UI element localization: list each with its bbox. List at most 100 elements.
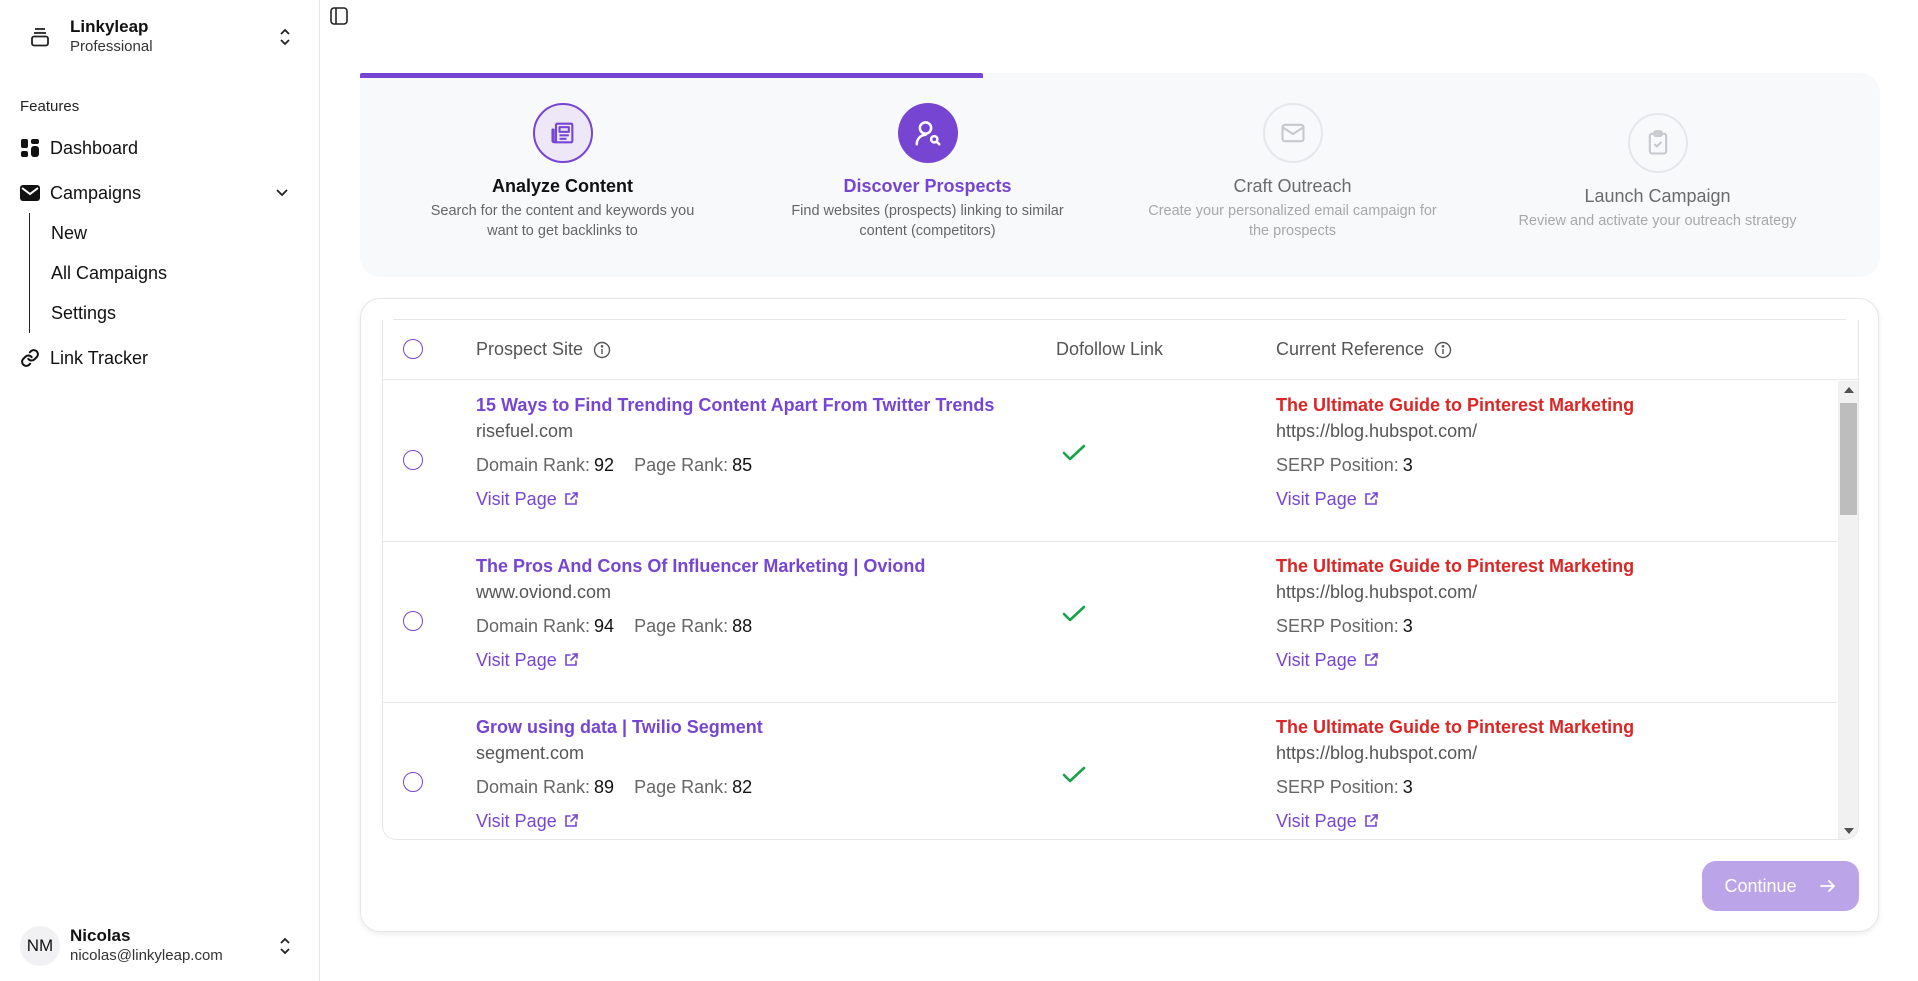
sidebar-subitem-new[interactable]: New bbox=[51, 219, 87, 247]
scroll-thumb[interactable] bbox=[1840, 403, 1857, 515]
prospect-ranks: Domain Rank: 94 Page Rank: 88 bbox=[476, 614, 925, 638]
step-title: Discover Prospects bbox=[843, 176, 1012, 196]
dashboard-icon bbox=[20, 138, 40, 158]
reference-url: https://blog.hubspot.com/ bbox=[1276, 582, 1478, 602]
serp-position-value: 3 bbox=[1402, 616, 1413, 636]
avatar: NM bbox=[20, 926, 60, 966]
prospect-domain: risefuel.com bbox=[476, 421, 574, 441]
serp-position-value: 3 bbox=[1402, 455, 1413, 475]
sidebar-subitem-all-campaigns[interactable]: All Campaigns bbox=[51, 259, 167, 287]
scroll-up-arrow[interactable] bbox=[1844, 387, 1854, 393]
reference-cell: The Ultimate Guide to Pinterest Marketin… bbox=[1276, 715, 1634, 833]
visit-page-link[interactable]: Visit Page bbox=[476, 487, 579, 511]
reference-title-link[interactable]: The Ultimate Guide to Pinterest Marketin… bbox=[1276, 393, 1634, 417]
external-link-icon bbox=[557, 652, 579, 668]
prospect-cell: Grow using data | Twilio Segment segment… bbox=[476, 715, 763, 833]
newspaper-icon bbox=[532, 103, 593, 163]
column-header-prospect-site: Prospect Site bbox=[476, 339, 611, 360]
stack-icon bbox=[20, 17, 60, 57]
prospect-ranks: Domain Rank: 92 Page Rank: 85 bbox=[476, 453, 994, 477]
sidebar: Linkyleap Professional Features Dashboar… bbox=[0, 0, 320, 981]
reference-title-link[interactable]: The Ultimate Guide to Pinterest Marketin… bbox=[1276, 715, 1634, 739]
prospect-ranks: Domain Rank: 89 Page Rank: 82 bbox=[476, 775, 763, 799]
step-description: Create your personalized email campaign … bbox=[1148, 203, 1437, 239]
row-select-radio[interactable] bbox=[403, 611, 423, 631]
row-select-radio[interactable] bbox=[403, 450, 423, 470]
column-header-dofollow-link: Dofollow Link bbox=[1056, 339, 1164, 359]
visit-page-link[interactable]: Visit Page bbox=[1276, 809, 1379, 833]
workspace-name: Linkyleap bbox=[70, 17, 149, 36]
user-email: nicolas@linkyleap.com bbox=[70, 947, 223, 964]
external-link-icon bbox=[1357, 652, 1379, 668]
user-name: Nicolas bbox=[70, 926, 131, 945]
chevron-down-icon[interactable] bbox=[275, 185, 289, 199]
clipboard-check-icon bbox=[1627, 113, 1688, 173]
submenu-guide-line bbox=[29, 213, 30, 333]
serp-position-value: 3 bbox=[1402, 777, 1413, 797]
reference-cell: The Ultimate Guide to Pinterest Marketin… bbox=[1276, 554, 1634, 672]
prospects-table: Prospect Site Dofollow Link Current Refe… bbox=[382, 320, 1859, 840]
chevrons-up-down-icon bbox=[279, 937, 291, 955]
prospect-title-link[interactable]: 15 Ways to Find Trending Content Apart F… bbox=[476, 393, 994, 417]
sidebar-item-label: Campaigns bbox=[50, 182, 142, 203]
domain-rank-value: 89 bbox=[594, 777, 615, 797]
campaign-stepper: Analyze Content Search for the content a… bbox=[360, 73, 1880, 277]
sidebar-item-dashboard[interactable]: Dashboard bbox=[20, 132, 305, 164]
arrow-right-icon bbox=[1797, 878, 1837, 894]
page-rank-value: 82 bbox=[732, 777, 753, 797]
serp-position: SERP Position: 3 bbox=[1276, 775, 1634, 799]
domain-rank-label: Domain Rank: bbox=[476, 616, 591, 636]
visit-page-link[interactable]: Visit Page bbox=[1276, 648, 1379, 672]
prospect-title-link[interactable]: Grow using data | Twilio Segment bbox=[476, 715, 763, 739]
domain-rank-value: 94 bbox=[594, 616, 615, 636]
table-scrollbar[interactable] bbox=[1838, 381, 1858, 839]
section-label-features: Features bbox=[20, 98, 80, 115]
prospect-title-link[interactable]: The Pros And Cons Of Influencer Marketin… bbox=[476, 554, 925, 578]
info-icon[interactable] bbox=[593, 341, 611, 359]
table-row: 15 Ways to Find Trending Content Apart F… bbox=[383, 381, 1837, 542]
visit-page-link[interactable]: Visit Page bbox=[476, 809, 579, 833]
sidebar-item-label: Link Tracker bbox=[50, 347, 149, 368]
sidebar-item-campaigns[interactable]: Campaigns bbox=[20, 177, 305, 209]
workspace-switcher[interactable]: Linkyleap Professional bbox=[20, 14, 305, 60]
visit-page-link[interactable]: Visit Page bbox=[1276, 487, 1379, 511]
table-row: Grow using data | Twilio Segment segment… bbox=[383, 703, 1837, 839]
scroll-down-arrow[interactable] bbox=[1844, 828, 1854, 834]
info-icon[interactable] bbox=[1434, 341, 1452, 359]
step-title: Analyze Content bbox=[491, 176, 633, 196]
reference-title-link[interactable]: The Ultimate Guide to Pinterest Marketin… bbox=[1276, 554, 1634, 578]
domain-rank-label: Domain Rank: bbox=[476, 777, 591, 797]
serp-position: SERP Position: 3 bbox=[1276, 614, 1634, 638]
domain-rank-label: Domain Rank: bbox=[476, 455, 591, 475]
serp-position: SERP Position: 3 bbox=[1276, 453, 1634, 477]
step-craft-outreach[interactable]: Craft Outreach Create your personalized … bbox=[1110, 103, 1475, 241]
user-menu[interactable]: NM Nicolas nicolas@linkyleap.com bbox=[20, 921, 305, 971]
workspace-plan: Professional bbox=[70, 38, 153, 55]
page-rank-value: 88 bbox=[732, 616, 753, 636]
prospect-domain: www.oviond.com bbox=[476, 582, 612, 602]
visit-page-link[interactable]: Visit Page bbox=[476, 648, 579, 672]
reference-url: https://blog.hubspot.com/ bbox=[1276, 421, 1478, 441]
external-link-icon bbox=[557, 491, 579, 507]
step-launch-campaign[interactable]: Launch Campaign Review and activate your… bbox=[1475, 113, 1840, 231]
table-row: The Pros And Cons Of Influencer Marketin… bbox=[383, 542, 1837, 703]
sidebar-subitem-settings[interactable]: Settings bbox=[51, 299, 116, 327]
step-description: Search for the content and keywords you w… bbox=[430, 203, 695, 239]
step-discover-prospects[interactable]: Discover Prospects Find websites (prospe… bbox=[745, 103, 1110, 241]
mail-icon bbox=[1262, 103, 1323, 163]
continue-button[interactable]: Continue bbox=[1702, 861, 1859, 911]
sidebar-toggle-icon[interactable] bbox=[330, 7, 348, 25]
stepper-progress-bar bbox=[360, 73, 1880, 78]
serp-position-label: SERP Position: bbox=[1276, 777, 1399, 797]
sidebar-item-link-tracker[interactable]: Link Tracker bbox=[20, 342, 305, 374]
page-rank-label: Page Rank: bbox=[634, 455, 729, 475]
prospect-cell: The Pros And Cons Of Influencer Marketin… bbox=[476, 554, 925, 672]
check-icon bbox=[1062, 765, 1086, 785]
stepper-progress-fill bbox=[360, 73, 984, 78]
reference-cell: The Ultimate Guide to Pinterest Marketin… bbox=[1276, 393, 1634, 511]
step-analyze-content[interactable]: Analyze Content Search for the content a… bbox=[380, 103, 745, 241]
column-header-current-reference: Current Reference bbox=[1276, 339, 1452, 360]
select-all-radio[interactable] bbox=[403, 339, 423, 359]
row-select-radio[interactable] bbox=[403, 772, 423, 792]
domain-rank-value: 92 bbox=[594, 455, 615, 475]
